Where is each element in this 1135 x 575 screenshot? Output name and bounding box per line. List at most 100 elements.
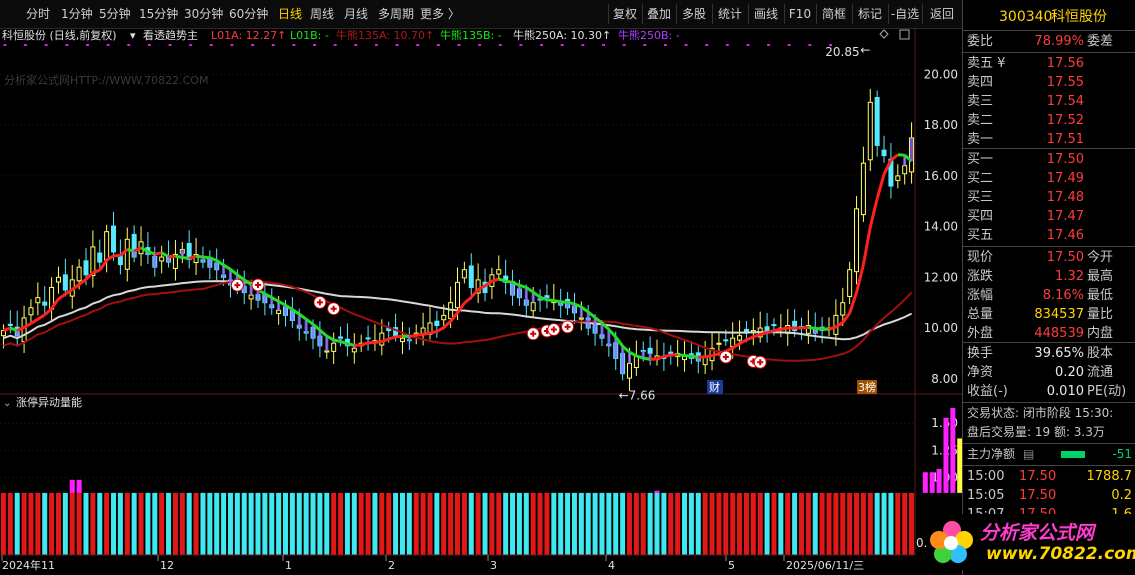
timeframe-8[interactable]: 月线 <box>344 0 368 28</box>
stat-row-3: 总量 834537 量比 <box>963 305 1135 324</box>
candle-body <box>28 307 34 316</box>
toolbar-button-6[interactable]: 简框 <box>816 0 852 28</box>
sell-level-1: 卖一 17.51 <box>963 130 1135 149</box>
timeframe-5[interactable]: 60分钟 <box>229 0 268 28</box>
signal-dot <box>106 44 110 46</box>
sell-level-3-label: 卖三 <box>967 94 994 109</box>
sell-level-5-label: 卖五 ¥ <box>967 56 1006 71</box>
timeframe-10[interactable]: 更多 〉 <box>420 0 460 28</box>
stat-row-4-label: 外盘 <box>967 326 994 341</box>
candle-body <box>248 294 254 300</box>
stat-row-0-label2: 今开 <box>1087 250 1114 265</box>
line-l01 <box>429 329 438 335</box>
toolbar-button-3[interactable]: 统计 <box>712 0 748 28</box>
timeframe-3[interactable]: 15分钟 <box>139 0 178 28</box>
toolbar-button-0[interactable]: 复权 <box>608 0 642 28</box>
line-l01 <box>463 296 473 305</box>
weibi-value: 78.99% <box>1034 34 1084 49</box>
box-icon[interactable] <box>899 29 910 40</box>
candle-body <box>723 339 729 342</box>
sub-chart-collapse-icon[interactable]: ⌄ <box>3 398 11 409</box>
candle-body <box>441 314 447 321</box>
signal-dot <box>251 44 255 46</box>
menu-icon[interactable]: ▤ <box>1023 445 1034 464</box>
toolbar-button-2[interactable]: 多股 <box>676 0 712 28</box>
price-tick: 12.00 <box>924 270 958 284</box>
legend-item-3: 牛熊135B: - <box>440 29 502 42</box>
chart-title: 科恒股份 (日线,前复权) <box>2 29 117 42</box>
stock-code: 300340 <box>999 9 1053 25</box>
timeframe-9[interactable]: 多周期 <box>378 0 414 28</box>
chart-area: 20.00 18.00 16.00 14.00 12.00 10.00 8.00 分析家公式网… <box>0 28 962 575</box>
line-l01 <box>43 307 53 317</box>
price-tick: 16.00 <box>924 169 958 183</box>
line-l01 <box>195 254 204 259</box>
timeframe-6[interactable]: 日线 <box>278 0 302 28</box>
signal-dot <box>560 44 564 46</box>
toolbar-separator <box>816 4 817 24</box>
candle-body <box>461 269 467 279</box>
timeframe-4[interactable]: 30分钟 <box>184 0 223 28</box>
signal-dot <box>684 44 688 46</box>
indicator-name[interactable]: 看透趋势主 <box>143 29 198 43</box>
bang-badge[interactable]: 3榜 <box>858 380 876 394</box>
cai-badge[interactable]: 财 <box>709 380 720 394</box>
signal-dot <box>725 44 729 46</box>
diamond-icon[interactable] <box>879 29 889 39</box>
stock-header: 300340 科恒股份 <box>963 6 1135 28</box>
line-l01 <box>57 292 67 301</box>
sell-level-5: 卖五 ¥ 17.56 <box>963 54 1135 73</box>
tick-volume: 0.2 <box>1111 488 1132 503</box>
line-l01 <box>780 326 788 331</box>
limit-up-bar <box>922 472 928 493</box>
line-l01 <box>436 326 445 333</box>
toolbar-button-1[interactable]: 叠加 <box>642 0 676 28</box>
low-price-label: ←7.66 <box>619 388 656 402</box>
signal-dot <box>457 44 461 46</box>
timeframe-0[interactable]: 分时 <box>26 0 50 28</box>
candle-body <box>338 336 344 339</box>
sell-level-4-label: 卖四 <box>967 75 994 90</box>
buy-level-5: 买五 17.46 <box>963 226 1135 245</box>
line-l01 <box>704 354 713 359</box>
timeframe-2[interactable]: 5分钟 <box>99 0 131 28</box>
date-label: 12 <box>160 559 174 572</box>
sell-level-2-value: 17.52 <box>1046 113 1084 128</box>
signal-dot <box>24 44 28 46</box>
limit-up-bar <box>654 490 660 493</box>
price-tick: 10.00 <box>924 321 958 335</box>
toolbar-button-9[interactable]: 返回 <box>922 0 962 28</box>
flow-value: -51 <box>1112 447 1132 461</box>
line-l01 <box>126 247 135 253</box>
toolbar-button-4[interactable]: 画线 <box>748 0 784 28</box>
stock-name: 科恒股份 <box>1051 9 1107 25</box>
candle-body <box>874 96 880 146</box>
price-tick: 14.00 <box>924 220 958 234</box>
signal-dot <box>581 44 585 46</box>
signal-dot <box>313 44 317 46</box>
toolbar-button-5[interactable]: F10 <box>784 0 816 28</box>
line-l01 <box>889 153 899 162</box>
timeframe-1[interactable]: 1分钟 <box>61 0 93 28</box>
candle-body <box>7 323 13 327</box>
candle-body <box>854 208 860 273</box>
timeframe-7[interactable]: 周线 <box>310 0 334 28</box>
tick-time: 15:05 <box>967 488 1005 503</box>
line-l01 <box>340 340 348 346</box>
tick-volume: 1788.7 <box>1086 469 1133 484</box>
toolbar-button-8[interactable]: -自选 <box>888 0 922 28</box>
buy-level-1-value: 17.50 <box>1046 152 1084 167</box>
sell-level-4-value: 17.55 <box>1046 75 1084 90</box>
line-l01 <box>808 325 816 330</box>
toolbar-button-7[interactable]: 标记 <box>852 0 888 28</box>
candle-body <box>420 327 426 334</box>
stat2-row-2-value: 0.010 <box>1046 384 1084 399</box>
signal-dot <box>540 44 544 46</box>
date-label: 3 <box>490 559 497 572</box>
line-l01 <box>409 333 417 338</box>
date-label: 1 <box>285 559 292 572</box>
legend-dropdown-icon[interactable]: ▾ <box>130 29 136 43</box>
kline-chart[interactable]: 20.00 18.00 16.00 14.00 12.00 10.00 8.00 分析家公式网… <box>0 28 962 575</box>
buy-level-5-value: 17.46 <box>1046 228 1084 243</box>
tick-time: 15:00 <box>967 469 1005 484</box>
